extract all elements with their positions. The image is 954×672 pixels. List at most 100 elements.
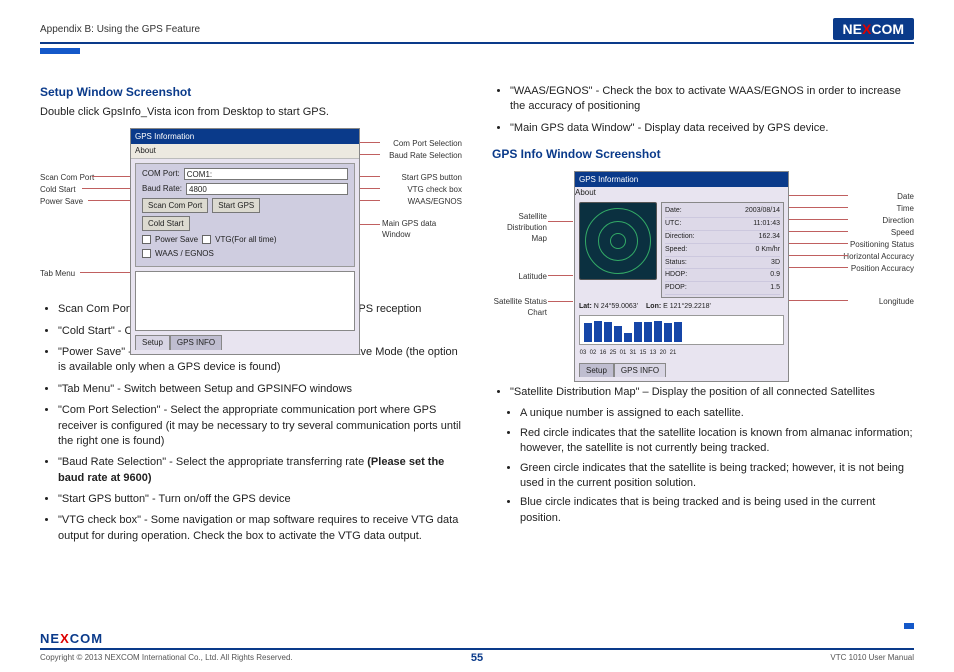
callout-lon: Longitude xyxy=(879,296,914,307)
right-sub-bullets: A unique number is assigned to each sate… xyxy=(492,406,914,526)
val-hdop: 0.9 xyxy=(770,270,780,280)
callout-time: Time xyxy=(897,203,914,214)
gtab-setup[interactable]: Setup xyxy=(579,363,614,377)
val-status: 3D xyxy=(771,258,780,268)
vtg-label: VTG(For all time) xyxy=(215,234,276,245)
tab-gpsinfo[interactable]: GPS INFO xyxy=(170,335,222,349)
val-date: 2003/08/14 xyxy=(745,206,780,216)
sat-bar xyxy=(604,322,612,342)
callout-tab: Tab Menu xyxy=(40,268,75,279)
sat-bar xyxy=(594,321,602,342)
sat-bar xyxy=(584,323,592,342)
callout-baud: Baud Rate Selection xyxy=(389,150,462,161)
setup-intro: Double click GpsInfo_Vista icon from Des… xyxy=(40,105,462,120)
callout-comport: Com Port Selection xyxy=(393,138,462,149)
vtg-checkbox[interactable] xyxy=(202,235,211,244)
left-column: Setup Window Screenshot Double click Gps… xyxy=(40,84,462,550)
val-utc: 11:01:43 xyxy=(753,219,780,229)
start-gps-button[interactable]: Start GPS xyxy=(212,198,260,213)
callout-startgps: Start GPS button xyxy=(402,172,462,183)
cold-start-button[interactable]: Cold Start xyxy=(142,216,190,231)
accent-bar xyxy=(40,48,80,54)
val-speed: 0 Km/hr xyxy=(755,245,780,255)
callout-speed: Speed xyxy=(891,227,914,238)
callout-dir: Direction xyxy=(882,215,914,226)
page-footer: NEXCOM Copyright © 2013 NEXCOM Internati… xyxy=(40,631,914,662)
gtab-gpsinfo[interactable]: GPS INFO xyxy=(614,363,666,377)
sat-bar xyxy=(644,322,652,342)
list-item: "Com Port Selection" - Select the approp… xyxy=(58,403,462,449)
sat-id: 16 xyxy=(599,349,607,357)
right-top-bullets: "WAAS/EGNOS" - Check the box to activate… xyxy=(492,84,914,136)
brand-logo: NEXCOM xyxy=(833,18,914,40)
val-pdop: 1.5 xyxy=(770,283,780,293)
val-lat: N 24°59.0063' xyxy=(594,303,638,310)
window-menubar[interactable]: About xyxy=(131,144,359,158)
waas-checkbox[interactable] xyxy=(142,249,151,258)
sat-bar xyxy=(624,333,632,342)
gpsinfo-figure: Satellite Distribution Map Latitude Sate… xyxy=(492,171,914,371)
list-item: Blue circle indicates that is being trac… xyxy=(520,495,914,526)
com-select[interactable]: COM1: xyxy=(184,168,348,180)
sat-bar xyxy=(674,322,682,342)
waas-label: WAAS / EGNOS xyxy=(155,248,214,259)
list-item: "Tab Menu" - Switch between Setup and GP… xyxy=(58,382,462,397)
gps-info-panel: Date:2003/08/14 UTC:11:01:43 Direction:1… xyxy=(661,202,784,298)
page-header: Appendix B: Using the GPS Feature NEXCOM xyxy=(40,18,914,44)
main-gps-data-area xyxy=(135,271,355,331)
callout-waas: WAAS/EGNOS xyxy=(408,196,462,207)
sat-id: 03 xyxy=(579,349,587,357)
list-item: "WAAS/EGNOS" - Check the box to activate… xyxy=(510,84,914,115)
sat-id: 02 xyxy=(589,349,597,357)
doc-name: VTC 1010 User Manual xyxy=(830,653,914,662)
power-save-label: Power Save xyxy=(155,234,198,245)
sat-id: 15 xyxy=(639,349,647,357)
callout-vtg: VTG check box xyxy=(407,184,462,195)
callout-cold: Cold Start xyxy=(40,184,76,195)
callout-mainwin: Main GPS data Window xyxy=(382,218,462,240)
copyright: Copyright © 2013 NEXCOM International Co… xyxy=(40,653,293,662)
callout-power: Power Save xyxy=(40,196,83,207)
sat-id: 01 xyxy=(619,349,627,357)
satellite-bar-labels: 03021625013115132021 xyxy=(575,349,788,361)
latlon-row: Lat: N 24°59.0063' Lon: E 121°29.2218' xyxy=(575,302,788,315)
setup-heading: Setup Window Screenshot xyxy=(40,84,462,101)
right-bullets: "Satellite Distribution Map" – Display t… xyxy=(492,385,914,400)
list-item: A unique number is assigned to each sate… xyxy=(520,406,914,421)
power-save-checkbox[interactable] xyxy=(142,235,151,244)
val-dir: 162.34 xyxy=(759,232,780,242)
sat-bar xyxy=(634,322,642,342)
page-number: 55 xyxy=(471,652,483,664)
tab-setup[interactable]: Setup xyxy=(135,335,170,349)
footer-accent-icon xyxy=(904,623,914,629)
gwin-titlebar: GPS Information xyxy=(575,172,788,187)
right-column: "WAAS/EGNOS" - Check the box to activate… xyxy=(492,84,914,550)
footer-logo: NEXCOM xyxy=(40,631,914,646)
setup-window: GPS Information About COM Port: COM1: Ba… xyxy=(130,128,360,354)
list-item: Red circle indicates that the satellite … xyxy=(520,426,914,457)
callout-status: Positioning Status xyxy=(850,239,914,250)
list-item: "Start GPS button" - Turn on/off the GPS… xyxy=(58,492,462,507)
sat-bar xyxy=(664,323,672,342)
callout-hdop: Horizontal Accuracy xyxy=(843,251,914,262)
setup-figure: Scan Com Port Cold Start Power Save Tab … xyxy=(40,128,462,288)
satellite-map xyxy=(579,202,657,280)
callout-satchart: Satellite Status Chart xyxy=(492,296,547,318)
baud-select[interactable]: 4800 xyxy=(186,183,348,195)
sat-bar xyxy=(654,321,662,342)
list-item: "Main GPS data Window" - Display data re… xyxy=(510,121,914,136)
sat-bar xyxy=(614,326,622,342)
sat-id: 21 xyxy=(669,349,677,357)
gwin-menubar[interactable]: About xyxy=(575,187,788,198)
callout-satmap: Satellite Distribution Map xyxy=(492,211,547,245)
callout-lat: Latitude xyxy=(492,271,547,282)
list-item: "Baud Rate Selection" - Select the appro… xyxy=(58,455,462,486)
baud-label: Baud Rate: xyxy=(142,183,182,194)
scan-button[interactable]: Scan Com Port xyxy=(142,198,208,213)
list-item: Green circle indicates that the satellit… xyxy=(520,461,914,492)
sat-id: 13 xyxy=(649,349,657,357)
list-item: "Satellite Distribution Map" – Display t… xyxy=(510,385,914,400)
val-lon: E 121°29.2218' xyxy=(663,303,711,310)
callout-pdop: Position Accuracy xyxy=(851,263,914,274)
callout-date: Date xyxy=(897,191,914,202)
